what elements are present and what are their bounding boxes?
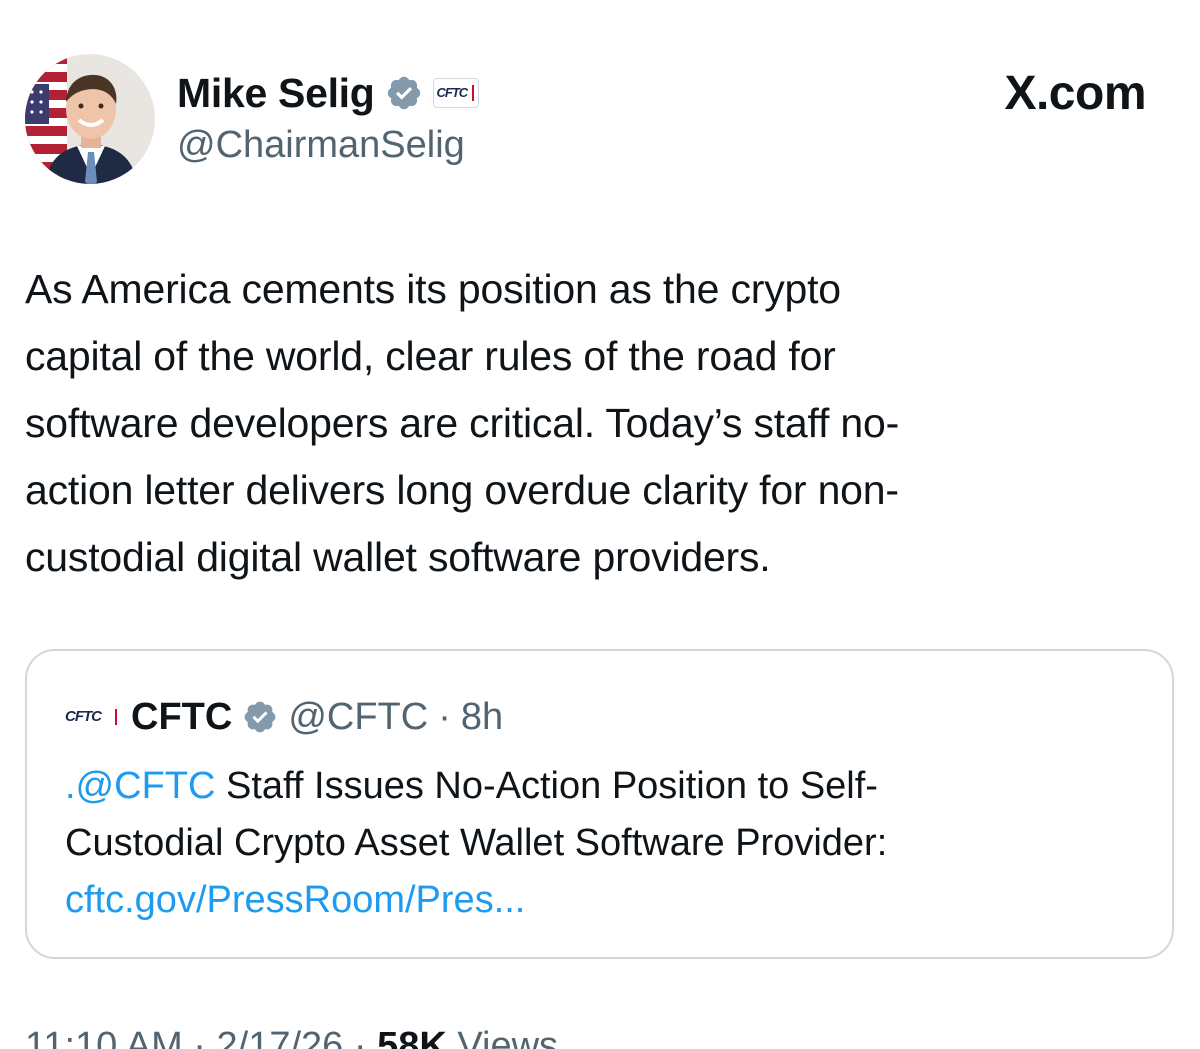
tweet-text: As America cements its position as the c… — [25, 256, 1175, 591]
press-release-link[interactable]: cftc.gov/PressRoom/Pres... — [65, 879, 525, 921]
quote-header: CFTC CFTC @CFTC · 8h — [65, 691, 503, 743]
tweet-text-line: software developers are critical. Today’… — [25, 400, 900, 446]
quote-text-line: Custodial Crypto Asset Wallet Software P… — [65, 822, 888, 864]
quoted-tweet-card[interactable]: CFTC CFTC @CFTC · 8h .@CFTC Staff Issues… — [25, 649, 1174, 959]
cftc-logo-icon[interactable]: CFTC — [65, 707, 121, 727]
verified-badge-icon[interactable] — [242, 699, 278, 735]
author-handle[interactable]: @ChairmanSelig — [177, 124, 465, 167]
quote-text-segment: Staff Issues No-Action Position to Self- — [215, 765, 878, 807]
verified-badge-icon[interactable] — [385, 74, 423, 112]
views-count: 58K — [377, 1025, 447, 1049]
tweet-text-line: capital of the world, clear rules of the… — [25, 333, 836, 379]
quote-author-handle[interactable]: @CFTC — [288, 696, 428, 739]
avatar-image — [25, 54, 155, 184]
quote-text-line: .@CFTC Staff Issues No-Action Position t… — [65, 758, 887, 815]
cftc-logo-icon[interactable]: CFTC — [432, 78, 479, 108]
separator-dot: · — [353, 1025, 367, 1049]
quote-text: .@CFTC Staff Issues No-Action Position t… — [65, 758, 887, 929]
tweet-text-line: As America cements its position as the c… — [25, 266, 841, 312]
author-name-row: Mike Selig CFTC — [177, 64, 479, 122]
tweet-text-line: custodial digital wallet software provid… — [25, 534, 771, 580]
author-avatar[interactable] — [25, 54, 155, 184]
quote-timestamp[interactable]: 8h — [461, 696, 503, 739]
mention-link[interactable]: .@CFTC — [65, 765, 215, 807]
author-name[interactable]: Mike Selig — [177, 70, 375, 117]
quote-link-line: cftc.gov/PressRoom/Pres... — [65, 872, 887, 929]
quote-author-name[interactable]: CFTC — [131, 696, 232, 739]
tweet-date[interactable]: 2/17/26 — [217, 1025, 344, 1049]
tweet-time[interactable]: 11:10 AM — [25, 1025, 183, 1049]
tweet-screenshot: Mike Selig CFTC @ChairmanSelig X.com As … — [0, 0, 1200, 1049]
tweet-meta: 11:10 AM · 2/17/26 · 58K Views — [25, 1025, 558, 1049]
separator-dot: · — [438, 695, 451, 738]
tweet-text-line: action letter delivers long overdue clar… — [25, 467, 899, 513]
views-label: Views — [457, 1025, 559, 1049]
separator-dot: · — [193, 1025, 206, 1049]
site-brand-logo: X.com — [1004, 67, 1146, 120]
